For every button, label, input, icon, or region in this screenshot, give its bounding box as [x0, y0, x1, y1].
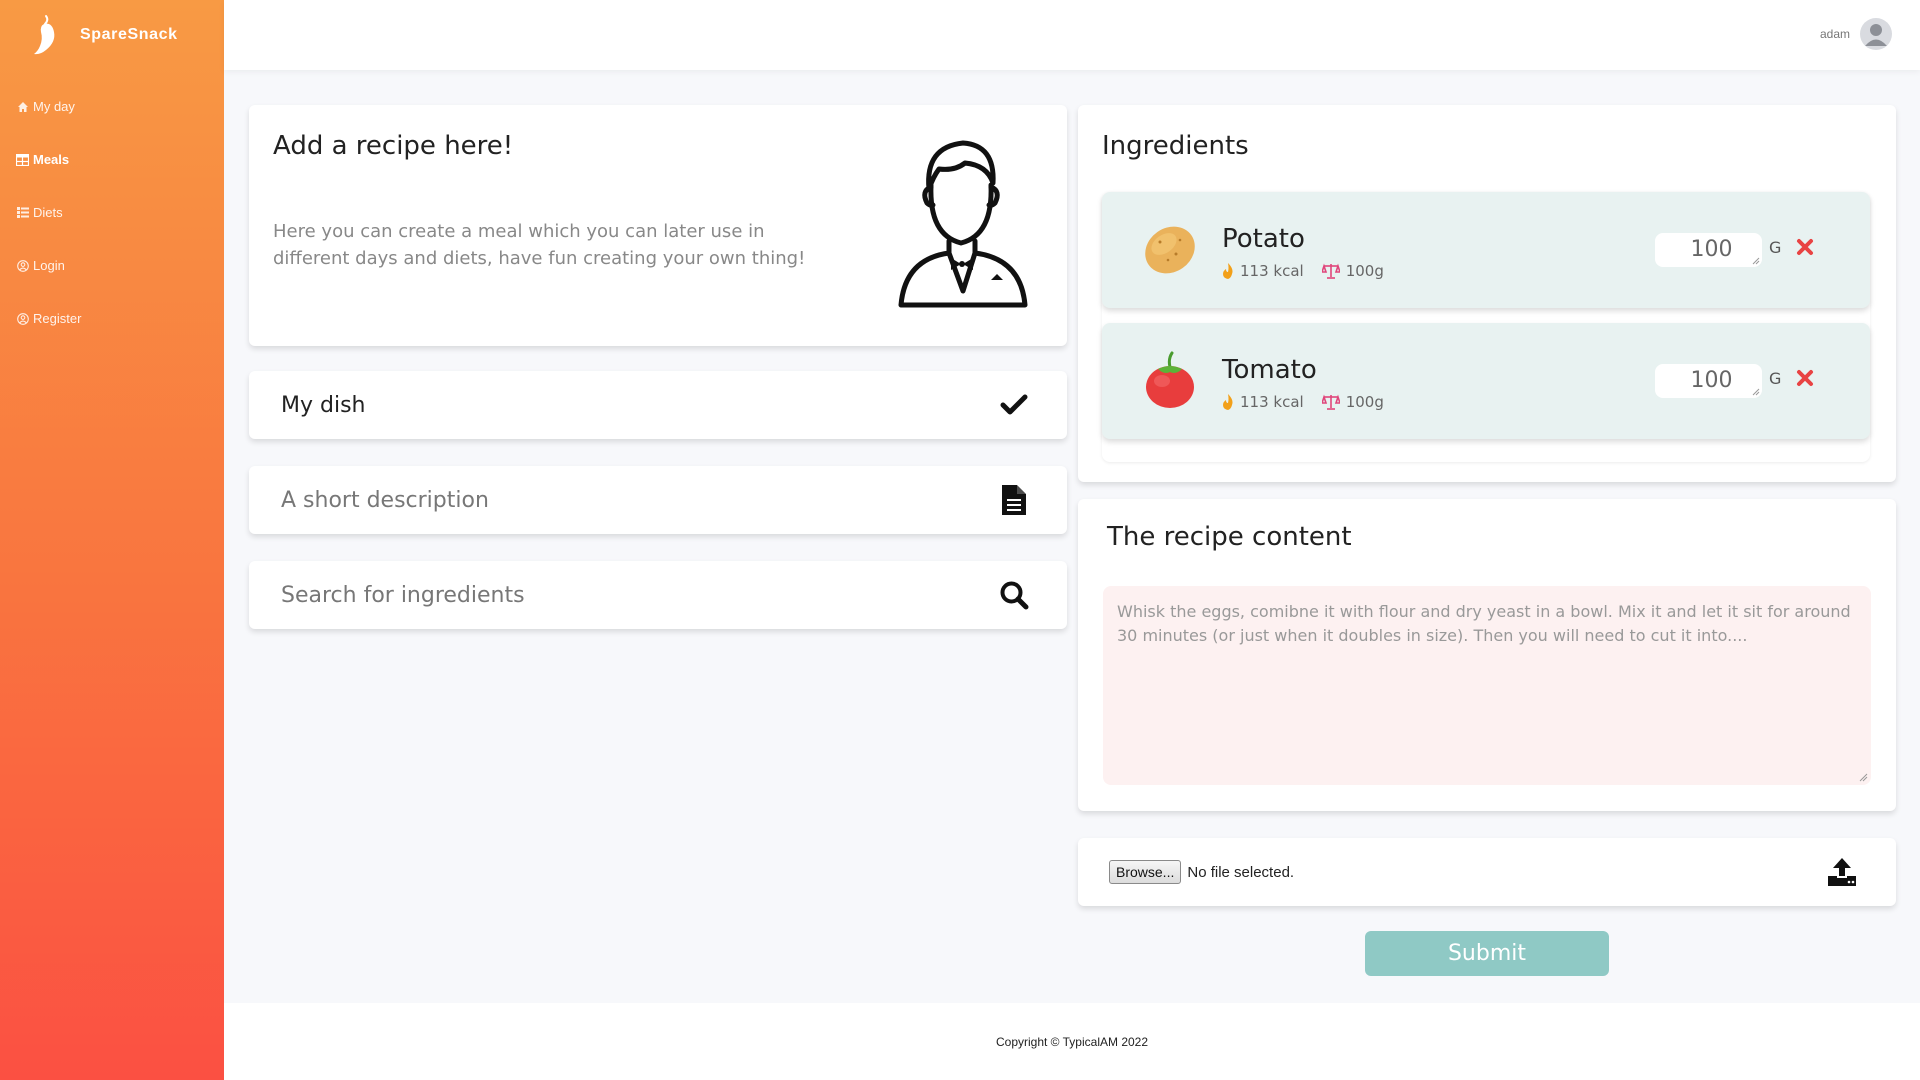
brand[interactable]: SpareSnack	[0, 0, 224, 70]
brand-name: SpareSnack	[80, 26, 178, 43]
remove-ingredient-icon[interactable]	[1796, 238, 1814, 256]
sidebar-item-my-day[interactable]: My day	[0, 80, 224, 133]
description-field[interactable]: A short description	[249, 466, 1067, 534]
recipe-content-card: The recipe content Whisk the eggs, comib…	[1078, 499, 1896, 811]
dish-name-input[interactable]: My dish	[281, 393, 999, 418]
sidebar-item-meals[interactable]: Meals	[0, 133, 224, 186]
sidebar-item-label: My day	[33, 99, 75, 114]
avatar[interactable]	[1860, 18, 1892, 50]
ingredient-kcal: 113 kcal	[1240, 262, 1304, 280]
flame-icon	[1222, 394, 1234, 410]
sidebar-item-label: Register	[33, 311, 82, 326]
quantity-value: 100	[1690, 368, 1733, 393]
ingredient-weight: 100g	[1345, 262, 1384, 280]
ingredients-card: Ingredients Potato 113 kcal 100g 100 G T…	[1078, 105, 1896, 482]
ingredient-name: Potato	[1222, 224, 1305, 254]
scale-icon	[1321, 394, 1340, 410]
ingredient-kcal: 113 kcal	[1240, 393, 1304, 411]
file-upload-field: Browse... No file selected.	[1078, 838, 1896, 906]
browse-button[interactable]: Browse...	[1109, 860, 1182, 884]
sidebar-item-login[interactable]: Login	[0, 239, 224, 292]
intro-card: Add a recipe here! Here you can create a…	[249, 105, 1067, 346]
top-bar: adam	[224, 0, 1920, 70]
resize-handle-icon[interactable]	[1752, 388, 1760, 396]
upload-icon[interactable]	[1826, 856, 1858, 888]
sidebar-item-label: Login	[33, 258, 65, 273]
sidebar: SpareSnack My day Meals Diets Login Regi…	[0, 0, 224, 1080]
ingredient-meta: 113 kcal 100g	[1222, 393, 1402, 411]
home-icon	[16, 100, 29, 113]
sidebar-item-label: Meals	[33, 152, 70, 167]
resize-handle-icon[interactable]	[1752, 257, 1760, 265]
quantity-input[interactable]: 100	[1655, 233, 1762, 267]
search-icon[interactable]	[999, 580, 1029, 610]
scale-icon	[1321, 263, 1340, 279]
username: adam	[1819, 27, 1850, 41]
sidebar-item-label: Diets	[33, 205, 63, 220]
resize-handle-icon[interactable]	[1859, 773, 1868, 782]
user-circle-icon	[16, 259, 29, 272]
ingredient-meta: 113 kcal 100g	[1222, 262, 1402, 280]
file-status: No file selected.	[1187, 863, 1295, 881]
potato-icon	[1145, 226, 1195, 274]
ingredient-search-field[interactable]: Search for ingredients	[249, 561, 1067, 629]
intro-text: Here you can create a meal which you can…	[273, 221, 806, 269]
ingredient-name: Tomato	[1222, 355, 1317, 385]
list-item: Potato 113 kcal 100g 100 G	[1102, 192, 1870, 308]
chili-logo-icon	[34, 15, 55, 55]
page-title: Add a recipe here!	[273, 131, 514, 161]
list-icon	[16, 206, 29, 219]
description-input[interactable]: A short description	[281, 488, 999, 513]
document-icon	[999, 485, 1029, 515]
dish-name-field[interactable]: My dish	[249, 371, 1067, 439]
sidebar-item-register[interactable]: Register	[0, 292, 224, 345]
table-icon	[16, 153, 29, 166]
search-input[interactable]: Search for ingredients	[281, 583, 999, 608]
flame-icon	[1222, 263, 1234, 279]
user-menu[interactable]: adam	[1820, 18, 1892, 50]
sidebar-nav: My day Meals Diets Login Register	[0, 80, 224, 345]
quantity-input[interactable]: 100	[1655, 364, 1762, 398]
ingredients-title: Ingredients	[1102, 131, 1249, 161]
remove-ingredient-icon[interactable]	[1796, 369, 1814, 387]
submit-button[interactable]: Submit	[1365, 931, 1609, 976]
tomato-icon	[1146, 351, 1194, 408]
user-avatar-icon	[1865, 24, 1887, 46]
quantity-value: 100	[1690, 237, 1733, 262]
recipe-placeholder: Whisk the eggs, comibne it with flour an…	[1117, 602, 1851, 645]
recipe-textarea[interactable]: Whisk the eggs, comibne it with flour an…	[1103, 586, 1871, 785]
copyright: Copyright © TypicalAM 2022	[995, 1034, 1149, 1049]
quantity-unit: G	[1769, 238, 1782, 257]
recipe-title: The recipe content	[1107, 522, 1352, 552]
footer: Copyright © TypicalAM 2022	[224, 1003, 1920, 1080]
ingredient-weight: 100g	[1345, 393, 1384, 411]
list-item: Tomato 113 kcal 100g 100 G	[1102, 323, 1870, 439]
waiter-illustration-icon	[898, 140, 1028, 308]
quantity-unit: G	[1769, 369, 1782, 388]
user-circle-icon	[16, 312, 29, 325]
checkmark-icon	[999, 390, 1029, 420]
sidebar-item-diets[interactable]: Diets	[0, 186, 224, 239]
ingredients-list: Potato 113 kcal 100g 100 G Tomato 113 kc…	[1102, 192, 1870, 462]
